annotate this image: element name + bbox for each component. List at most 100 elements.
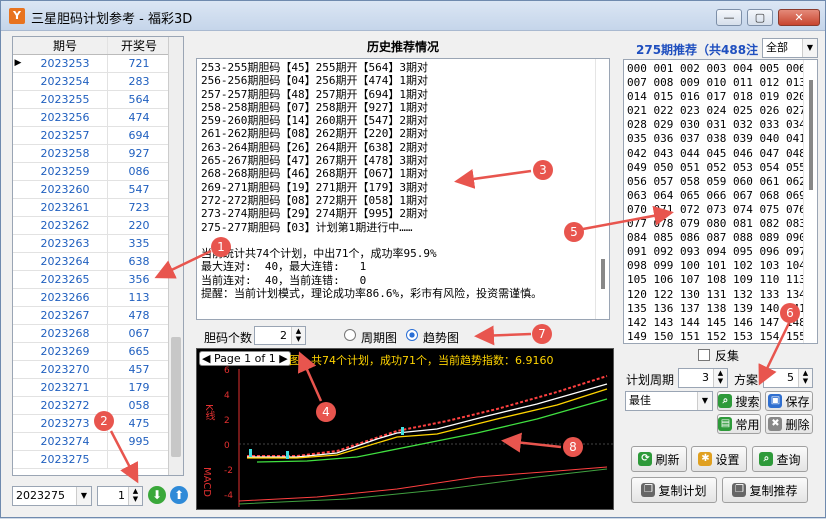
table-row[interactable]: 2023265356 [13,271,183,289]
table-row[interactable]: 2023256474 [13,109,183,127]
upload-icon[interactable]: ⬆ [170,486,188,504]
search-label: 搜索 [735,393,759,410]
search-button[interactable]: ⌕搜索 [717,391,761,411]
table-row[interactable]: 2023275 [13,451,183,469]
annotation-marker: 8 [563,437,583,457]
maximize-button[interactable]: ▢ [747,9,773,26]
app-window: Y 三星胆码计划参考 - 福彩3D — ▢ ✕ 期号 开奖号 ▶20232537… [0,0,826,518]
history-text[interactable]: 253-255期胆码【45】255期开【564】3期对256-256期胆码【04… [196,58,610,320]
table-row[interactable]: 2023268067 [13,325,183,343]
number-list[interactable]: 000 001 002 003 004 005 006007 008 009 0… [623,59,818,344]
chevron-down-icon: ▼ [76,487,91,505]
candle-mark [286,451,289,459]
stepper-arrows-icon[interactable]: ▲▼ [291,327,305,344]
save-button[interactable]: ▣保存 [765,391,813,411]
filter-select[interactable]: 全部 ▼ [762,38,818,58]
reverse-checkbox[interactable] [698,349,710,361]
copy-recommend-button[interactable]: ❐复制推荐 [722,477,808,503]
macd-line-green [239,469,607,504]
table-row[interactable]: 2023258927 [13,145,183,163]
dm-count-label: 胆码个数 [204,329,252,346]
settings-button[interactable]: ✱设置 [691,446,747,472]
query-button[interactable]: ⌕查询 [752,446,808,472]
period-cell: 2023264 [23,253,108,270]
common-button[interactable]: ▤常用 [717,414,761,434]
candle-mark [401,427,404,435]
period-cell: 2023267 [23,307,108,324]
count-stepper[interactable]: 1 ▲▼ [97,486,143,506]
stepper-arrows-icon[interactable]: ▲▼ [798,369,812,387]
row-indicator-icon [13,109,23,126]
copy-plan-label: 复制计划 [658,482,706,499]
radio-cycle[interactable] [344,329,356,341]
row-indicator-icon [13,397,23,414]
window-title: 三星胆码计划参考 - 福彩3D [31,8,192,27]
copy-plan-button[interactable]: ❐复制计划 [631,477,717,503]
download-icon[interactable]: ⬇ [148,486,166,504]
col-number-header[interactable]: 开奖号 [108,37,170,54]
annotation-marker: 3 [533,160,553,180]
radio-trend[interactable] [406,329,418,341]
history-line: 269-271期胆码【19】271期开【179】3期对 [201,181,605,194]
scheme-stepper[interactable]: 5 ▲▼ [763,368,813,388]
number-scroll-thumb[interactable] [809,80,813,190]
stepper-arrows-icon[interactable]: ▲▼ [128,487,142,505]
table-row[interactable]: 2023254283 [13,73,183,91]
table-row[interactable]: 2023262220 [13,217,183,235]
period-select[interactable]: 2023275 ▼ [12,486,92,506]
period-select-value: 2023275 [16,489,65,502]
common-icon: ▤ [718,417,732,431]
number-scrollbar[interactable] [803,60,817,343]
row-indicator-icon [13,343,23,360]
table-row[interactable]: 2023257694 [13,127,183,145]
best-select[interactable]: 最佳 ▼ [625,391,713,411]
period-cell: 2023259 [23,163,108,180]
history-line: 257-257期胆码【48】257期开【694】1期对 [201,88,605,101]
plan-period-stepper[interactable]: 3 ▲▼ [678,368,728,388]
history-scrollbar[interactable] [595,59,609,319]
number-cell: 220 [108,217,170,234]
table-row[interactable]: 2023259086 [13,163,183,181]
table-header: 期号 开奖号 [13,37,183,55]
period-cell: 2023268 [23,325,108,342]
period-table[interactable]: 期号 开奖号 ▶20232537212023254283202325556420… [12,36,184,476]
table-row[interactable]: 2023274995 [13,433,183,451]
annotation-marker: 7 [532,324,552,344]
history-scroll-thumb[interactable] [601,259,605,289]
table-row[interactable]: 2023266113 [13,289,183,307]
close-button[interactable]: ✕ [778,9,820,26]
delete-button[interactable]: ✖删除 [765,414,813,434]
table-row[interactable]: 2023255564 [13,91,183,109]
radio-trend-label[interactable]: 趋势图 [423,329,459,346]
row-indicator-icon [13,145,23,162]
table-row[interactable]: 2023264638 [13,253,183,271]
search-icon: ⌕ [718,394,732,408]
table-body: ▶202325372120232542832023255564202325647… [13,55,183,469]
refresh-label: 刷新 [655,451,679,468]
history-line: 272-272期胆码【08】272期开【058】1期对 [201,194,605,207]
dm-count-stepper[interactable]: 2 ▲▼ [254,326,306,345]
table-row[interactable]: 2023267478 [13,307,183,325]
history-line: 当前连对: 40，当前连错: 0 [201,274,605,287]
minimize-button[interactable]: — [716,9,742,26]
table-scrollbar[interactable] [168,37,183,475]
period-cell: 2023263 [23,235,108,252]
period-cell: 2023254 [23,73,108,90]
table-row[interactable]: 2023271179 [13,379,183,397]
radio-cycle-label[interactable]: 周期图 [361,329,397,346]
reverse-label[interactable]: 反集 [715,347,739,364]
number-row: 021 022 023 024 025 026 027 [627,104,814,118]
scroll-thumb[interactable] [171,337,181,457]
refresh-button[interactable]: ⟳刷新 [631,446,687,472]
period-cell: 2023255 [23,91,108,108]
table-row[interactable]: 2023260547 [13,181,183,199]
stepper-arrows-icon[interactable]: ▲▼ [713,369,727,387]
table-row[interactable]: ▶2023253721 [13,55,183,73]
col-period-header[interactable]: 期号 [23,37,108,54]
table-row[interactable]: 2023261723 [13,199,183,217]
macd-line-red [239,467,607,501]
table-row[interactable]: 2023263335 [13,235,183,253]
history-line: 275-277期胆码【03】计划第1期进行中…… [201,221,605,234]
table-row[interactable]: 2023269665 [13,343,183,361]
table-row[interactable]: 2023270457 [13,361,183,379]
